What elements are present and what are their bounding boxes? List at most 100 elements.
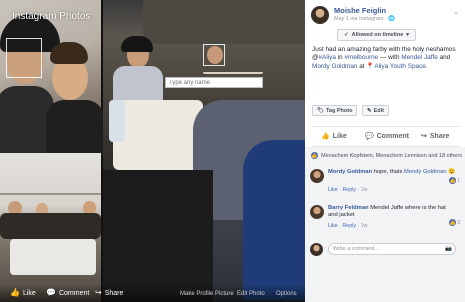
post-panel: Moishe Feiglin May 1 via Instagram · 🌐 ⌄… [305, 0, 465, 302]
viewer-action-bar: 👍 Like 💬 Comment ↪ Share Make Profile Pictu… [0, 284, 305, 302]
tag-photo-button[interactable]: 🏷 Tag Photo [312, 105, 358, 116]
share-button[interactable]: ↪ Share [421, 132, 450, 141]
comment-body: Mordy Goldman hope, thats Mendy Goldman … [328, 169, 456, 176]
foreground-person [103, 170, 213, 302]
post-text: Just had an amazing farby with the holy … [312, 46, 460, 71]
post-text-part: — with [378, 54, 402, 62]
face-tag-box[interactable] [6, 38, 42, 78]
comment-actions: Like · Reply · 1w [328, 223, 368, 229]
comment-time[interactable]: 1w [361, 223, 368, 229]
group-bodies [0, 213, 101, 239]
comment-body: Barry Feldman Mendel Jaffe where is the … [328, 205, 456, 220]
viewer-share-label: Share [104, 289, 124, 297]
check-icon: ✓ [344, 32, 349, 38]
make-profile-picture-button[interactable]: Make Profile Picture [180, 291, 234, 297]
album-photo-thumbnail[interactable]: Instagram Photos [0, 0, 104, 156]
table [113, 100, 203, 170]
comment-like-link[interactable]: Like [328, 187, 338, 193]
comment-like-link[interactable]: Like [328, 223, 338, 229]
comment-text: hope, thats [372, 169, 405, 175]
hashtag-link[interactable]: #melbourne [344, 54, 378, 61]
location-link[interactable]: Aliya Youth Space [374, 63, 426, 70]
author-name[interactable]: Moishe Feiglin [334, 6, 386, 15]
reactions-text: Menachem Kopfstein, Menachem Lennison an… [321, 152, 462, 159]
album-photo-thumbnail[interactable] [0, 153, 101, 302]
post-text-part: . [425, 62, 428, 70]
chevron-down-icon[interactable]: ⌄ [453, 8, 459, 16]
edit-photo-button[interactable]: Edit Photo [237, 291, 265, 297]
wall-line [0, 193, 101, 195]
like-reaction-icon: 👍 [449, 177, 457, 184]
audience-dropdown[interactable]: ✓ Allowed on timeline ▾ [337, 29, 417, 41]
commenter-avatar[interactable] [310, 205, 324, 219]
write-comment-input[interactable]: Write a comment... 📷 [328, 243, 456, 255]
comment-item: Barry Feldman Mendel Jaffe where is the … [310, 205, 460, 239]
reactions-summary[interactable]: 👍 Menachem Kopfstein, Menachem Lennison a… [311, 152, 462, 159]
person-hat [121, 36, 153, 52]
main-photo[interactable] [103, 0, 305, 302]
viewer-share-button[interactable]: ↪ Share [95, 289, 123, 297]
tag-icon: 🏷 [317, 107, 324, 114]
commenter-avatar[interactable] [310, 169, 324, 183]
camera-icon[interactable]: 📷 [445, 246, 452, 252]
commenter-name[interactable]: Mordy Goldman [328, 169, 372, 175]
caret-down-icon: ▾ [406, 32, 410, 38]
hashtag-link[interactable]: #Aliya [319, 54, 336, 61]
share-icon: ↪ [95, 288, 102, 297]
emoji: 😉 [448, 169, 456, 175]
comment-time[interactable]: 1w [361, 187, 368, 193]
comment-item: Mordy Goldman hope, thats Mendy Goldman … [310, 169, 460, 203]
comments-section: 👍 Menachem Kopfstein, Menachem Lennison a… [305, 147, 465, 302]
like-reaction-icon: 👍 [449, 219, 457, 226]
mention-link[interactable]: Mendy Goldman [404, 169, 447, 175]
share-label: Share [429, 132, 450, 140]
face-tag-box[interactable] [203, 44, 225, 66]
viewer-like-button[interactable]: 👍 Like [10, 289, 36, 297]
comment-like-count[interactable]: 👍 3 [449, 219, 460, 226]
options-button[interactable]: Options [276, 291, 297, 297]
edit-label: Edit [373, 107, 384, 114]
edit-button[interactable]: ✎ Edit [362, 105, 389, 116]
tag-photo-label: Tag Photo [325, 107, 353, 114]
comment-like-count[interactable]: 👍 1 [449, 177, 460, 184]
commenter-name[interactable]: Barry Feldman [328, 205, 369, 211]
divider [312, 126, 460, 127]
viewer-comment-button[interactable]: 💬 Comment [46, 289, 89, 297]
photo-viewer: Instagram Photos 👍Like 💬Comment ↪Share M… [0, 0, 305, 302]
post-meta: May 1 via Instagram · 🌐 [334, 16, 395, 22]
like-button[interactable]: 👍 Like [321, 132, 347, 141]
tag-name-input[interactable] [165, 77, 263, 88]
viewer-comment-label: Comment [58, 289, 90, 297]
comment-icon: 💬 [46, 288, 56, 297]
post-text-part: and [437, 54, 451, 62]
thumbs-up-icon: 👍 [321, 133, 330, 140]
comment-label: Comment [376, 132, 409, 140]
comment-reply-link[interactable]: Reply [342, 187, 356, 193]
comment-likes-number: 3 [457, 219, 460, 226]
album-title: Instagram Photos [12, 11, 91, 22]
person-body [46, 100, 104, 156]
comment-icon: 💬 [365, 133, 374, 140]
comment-likes-number: 1 [457, 177, 460, 184]
comment-button[interactable]: 💬 Comment [365, 132, 409, 141]
viewer-like-label: Like [22, 289, 36, 297]
share-icon: ↪ [421, 133, 427, 140]
pencil-icon: ✎ [367, 107, 372, 114]
current-user-avatar [310, 243, 323, 256]
tagged-person-link[interactable]: Mendel Jaffe [401, 54, 437, 61]
write-comment-placeholder: Write a comment... [333, 246, 380, 252]
bottle [109, 100, 125, 142]
table [10, 239, 96, 275]
author-avatar[interactable] [311, 6, 329, 24]
globe-icon: 🌐 [388, 16, 396, 22]
person-hair [50, 42, 88, 64]
like-reaction-icon: 👍 [311, 152, 318, 159]
like-label: Like [332, 132, 347, 140]
audience-label: Allowed on timeline [351, 32, 404, 38]
comment-reply-link[interactable]: Reply [342, 223, 356, 229]
thumbs-up-icon: 👍 [10, 288, 20, 297]
comment-actions: Like · Reply · 1w [328, 187, 368, 193]
person-body [243, 140, 305, 300]
tagged-person-link[interactable]: Mordy Goldman [312, 63, 357, 70]
post-date: May 1 via Instagram · [334, 16, 389, 22]
